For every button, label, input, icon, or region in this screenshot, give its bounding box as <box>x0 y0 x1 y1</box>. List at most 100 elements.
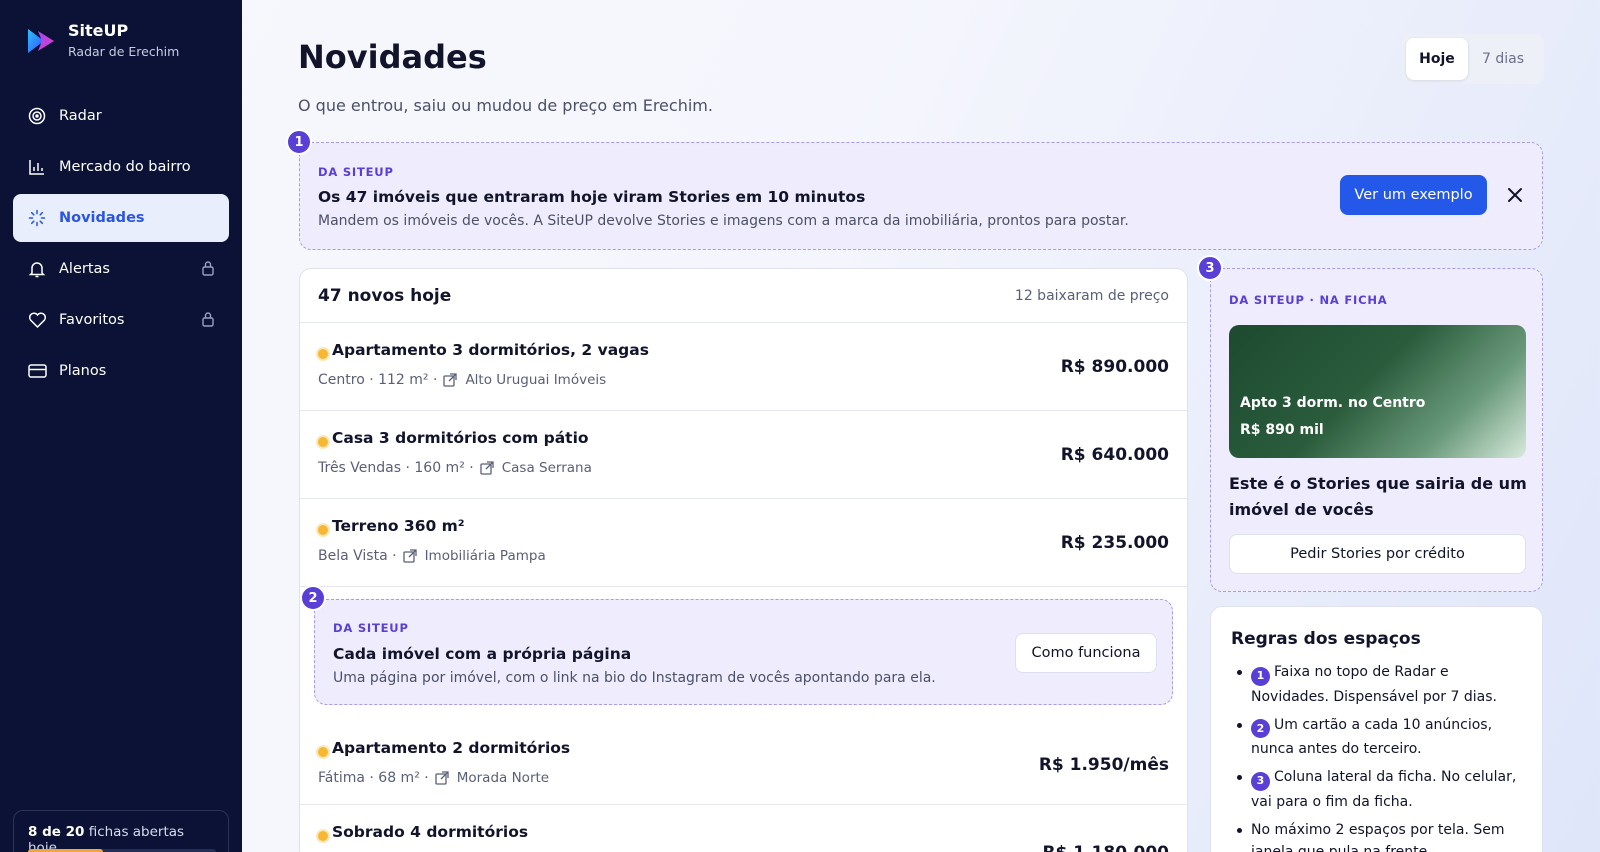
new-indicator <box>318 747 328 757</box>
heart-icon <box>27 310 47 330</box>
listing-price: R$ 890.000 <box>1060 357 1169 377</box>
inline-promo-slot: DA SITEUP Cada imóvel com a própria pági… <box>300 585 1187 717</box>
page-title: Novidades <box>298 38 487 76</box>
listing-title[interactable]: Casa 3 dormitórios com pátio <box>332 429 589 447</box>
request-stories-button[interactable]: Pedir Stories por crédito <box>1229 534 1526 574</box>
listing-price: R$ 640.000 <box>1060 445 1169 465</box>
range-today-button[interactable]: Hoje <box>1406 38 1468 80</box>
external-link-icon <box>402 549 417 563</box>
listing-price: R$ 235.000 <box>1060 533 1169 553</box>
sidebar-item-mercado[interactable]: Mercado do bairro <box>13 143 229 191</box>
listing-meta: Bela Vista · Imobiliária Pampa <box>318 548 546 564</box>
listing-meta: Centro · 112 m² · Alto Uruguai Imóveis <box>318 372 606 388</box>
side-promo-card: DA SITEUP · NA FICHA Apto 3 dorm. no Cen… <box>1210 268 1543 592</box>
sidebar-item-label: Mercado do bairro <box>59 159 191 175</box>
slot-badge-3: 3 <box>1197 255 1223 281</box>
rules-list: 1 Faixa no topo de Radar e Novidades. Dis… <box>1231 661 1522 852</box>
listing-location: Fátima · 68 m² · <box>318 770 429 786</box>
page-subtitle: O que entrou, saiu ou mudou de preço em … <box>298 96 713 115</box>
promo-kicker: DA SITEUP <box>333 621 409 635</box>
date-range-toggle: Hoje 7 dias <box>1402 34 1544 84</box>
sidebar-item-planos[interactable]: Planos <box>13 347 229 395</box>
lock-icon <box>202 312 214 327</box>
listing-location: Três Vendas · 160 m² · <box>318 460 474 476</box>
rule-item: 1 Faixa no topo de Radar e Novidades. Dis… <box>1231 661 1522 708</box>
close-icon[interactable] <box>1507 187 1523 203</box>
rule-badge: 1 <box>1251 666 1270 686</box>
listing-row[interactable]: Apartamento 3 dormitórios, 2 vagas Centr… <box>300 323 1187 411</box>
rule-badge: 2 <box>1251 719 1270 738</box>
new-indicator <box>318 437 328 447</box>
see-example-button[interactable]: Ver um exemplo <box>1340 175 1487 215</box>
promo-kicker: DA SITEUP · NA FICHA <box>1229 293 1388 307</box>
rule-text: Faixa no topo de Radar e Novidades. Disp… <box>1251 664 1497 705</box>
rules-title: Regras dos espaços <box>1231 629 1421 649</box>
daily-quota: 8 de 20 fichas abertas hoje <box>13 810 229 852</box>
new-indicator <box>318 525 328 535</box>
sidebar-item-novidades[interactable]: Novidades <box>13 194 229 242</box>
top-promo-banner: DA SITEUP Os 47 imóveis que entraram hoj… <box>299 142 1543 250</box>
sidebar-item-alertas[interactable]: Alertas <box>13 245 229 293</box>
listing-location: Centro · 112 m² · <box>318 372 438 388</box>
rule-text: Um cartão a cada 10 anúncios, nunca ante… <box>1251 716 1493 758</box>
new-indicator <box>318 831 328 841</box>
external-link-icon <box>435 771 449 785</box>
price-drop-count[interactable]: 12 baixaram de preço <box>1015 288 1169 304</box>
bar-chart-icon <box>27 157 47 177</box>
listing-title[interactable]: Terreno 360 m² <box>332 517 465 535</box>
inline-promo-card: DA SITEUP Cada imóvel com a própria pági… <box>314 599 1173 705</box>
siteup-logo-icon <box>28 29 54 53</box>
listing-meta: Três Vendas · 160 m² · Casa Serrana <box>318 460 592 476</box>
new-indicator <box>318 349 328 359</box>
quota-count: 8 de 20 <box>28 824 85 840</box>
listing-agency[interactable]: Alto Uruguai Imóveis <box>465 372 606 388</box>
rule-item: No máximo 2 espaços por tela. Sem janela… <box>1231 819 1522 852</box>
brand-subtitle: Radar de Erechim <box>68 44 180 59</box>
listing-price: R$ 1.180.000 <box>1042 843 1169 852</box>
card-icon <box>27 361 47 381</box>
rule-badge: 3 <box>1251 771 1270 791</box>
radar-icon <box>27 106 47 126</box>
listing-title[interactable]: Apartamento 2 dormitórios <box>332 739 570 757</box>
rule-text: No máximo 2 espaços por tela. Sem janela… <box>1251 821 1505 852</box>
story-title: Apto 3 dorm. no Centro <box>1240 395 1426 411</box>
list-header: 47 novos hoje 12 baixaram de preço <box>300 269 1187 323</box>
range-7days-button[interactable]: 7 dias <box>1468 38 1538 80</box>
sidebar-item-label: Novidades <box>59 210 145 226</box>
slot-rules-card: Regras dos espaços 1 Faixa no topo de Rad… <box>1210 606 1543 852</box>
sidebar-item-radar[interactable]: Radar <box>13 92 229 140</box>
promo-text: Mandem os imóveis de vocês. A SiteUP dev… <box>318 213 1129 229</box>
rule-text: Coluna lateral da ficha. No celular, vai… <box>1251 769 1517 810</box>
listing-meta: Fátima · 68 m² · Morada Norte <box>318 770 549 786</box>
listing-title[interactable]: Sobrado 4 dormitórios <box>332 823 528 841</box>
listing-row[interactable]: Sobrado 4 dormitórios R$ 1.180.000 <box>300 805 1187 852</box>
slot-badge-1: 1 <box>286 129 312 155</box>
listing-title[interactable]: Apartamento 3 dormitórios, 2 vagas <box>332 341 649 359</box>
listing-row[interactable]: Apartamento 2 dormitórios Fátima · 68 m²… <box>300 717 1187 805</box>
listing-agency[interactable]: Imobiliária Pampa <box>425 548 546 564</box>
story-preview-image[interactable]: Apto 3 dorm. no Centro R$ 890 mil <box>1229 325 1526 458</box>
listing-row[interactable]: Terreno 360 m² Bela Vista · Imobiliária … <box>300 499 1187 587</box>
new-listings-panel: 47 novos hoje 12 baixaram de preço Apart… <box>299 268 1188 852</box>
sidebar: SiteUP Radar de Erechim Radar Mercado do… <box>0 0 242 852</box>
how-it-works-button[interactable]: Como funciona <box>1015 633 1157 673</box>
listing-price: R$ 1.950/mês <box>1038 755 1169 775</box>
story-price: R$ 890 mil <box>1240 422 1324 438</box>
slot-badge-2: 2 <box>300 585 326 611</box>
promo-title: Os 47 imóveis que entraram hoje viram St… <box>318 188 866 206</box>
list-title: 47 novos hoje <box>318 285 452 306</box>
sparkle-icon <box>27 208 47 228</box>
listing-agency[interactable]: Morada Norte <box>457 770 549 786</box>
rule-item: 2 Um cartão a cada 10 anúncios, nunca ant… <box>1231 714 1522 761</box>
listing-row[interactable]: Casa 3 dormitórios com pátio Três Vendas… <box>300 411 1187 499</box>
promo-kicker: DA SITEUP <box>318 165 394 179</box>
listing-agency[interactable]: Casa Serrana <box>502 460 592 476</box>
sidebar-item-label: Alertas <box>59 261 110 277</box>
external-link-icon <box>480 461 494 475</box>
sidebar-item-label: Radar <box>59 108 102 124</box>
brand[interactable]: SiteUP Radar de Erechim <box>26 20 179 62</box>
lock-icon <box>202 261 214 276</box>
sidebar-item-favoritos[interactable]: Favoritos <box>13 296 229 344</box>
promo-text: Uma página por imóvel, com o link na bio… <box>333 670 936 686</box>
external-link-icon <box>443 373 458 387</box>
